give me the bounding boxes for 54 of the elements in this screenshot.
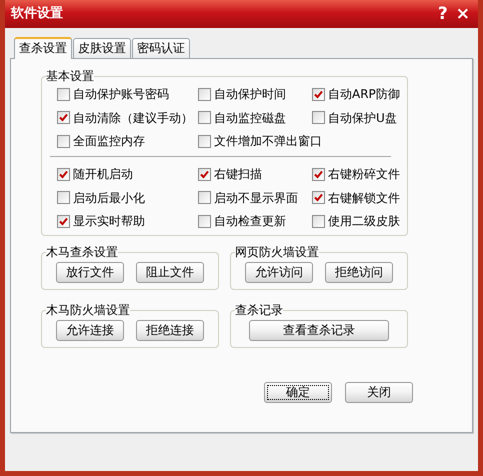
- checkbox-label: 自动清除（建议手动）: [73, 110, 193, 125]
- action-button[interactable]: 允许访问: [245, 262, 313, 283]
- checkbox-label: 随开机启动: [73, 167, 133, 182]
- checkbox[interactable]: [312, 214, 325, 228]
- help-button[interactable]: ?: [434, 6, 452, 22]
- group-title: 查杀记录: [235, 304, 283, 317]
- tab[interactable]: 查杀设置: [14, 37, 72, 59]
- checkbox-label: 启动后最小化: [73, 190, 145, 206]
- group-title: 木马查杀设置: [46, 246, 118, 259]
- checkbox[interactable]: [198, 168, 211, 182]
- dialog-button[interactable]: 确定: [264, 382, 332, 403]
- checkbox-label: 自动保护时间: [214, 87, 286, 102]
- action-button[interactable]: 查看查杀记录: [249, 320, 389, 341]
- checkbox[interactable]: [57, 214, 70, 228]
- checkbox-label: 右键解锁文件: [328, 190, 400, 206]
- group-title: 基本设置: [46, 70, 94, 84]
- group-title: 网页防火墙设置: [235, 246, 319, 259]
- action-button[interactable]: 允许连接: [56, 320, 124, 341]
- checkbox-label: 启动不显示界面: [214, 190, 298, 206]
- checkbox-label: 自动检查更新: [214, 214, 286, 229]
- tab[interactable]: 密码认证: [132, 38, 190, 58]
- checkbox[interactable]: [312, 88, 325, 101]
- checkbox[interactable]: [57, 191, 70, 204]
- checkbox[interactable]: [57, 88, 70, 101]
- action-button[interactable]: 阻止文件: [136, 262, 204, 283]
- checkbox-label: 文件增加不弹出窗口: [214, 134, 322, 148]
- checkbox[interactable]: [198, 134, 211, 148]
- checkbox-label: 全面监控内存: [73, 134, 145, 148]
- action-button[interactable]: 放行文件: [56, 262, 124, 283]
- window-title: 软件设置: [11, 6, 63, 22]
- checkbox[interactable]: [57, 168, 70, 182]
- checkbox-label: 右键粉碎文件: [328, 167, 400, 182]
- checkbox[interactable]: [312, 168, 325, 182]
- checkbox[interactable]: [57, 111, 70, 124]
- action-button[interactable]: 拒绝访问: [325, 262, 393, 283]
- tab[interactable]: 皮肤设置: [73, 38, 131, 58]
- checkbox-label: 显示实时帮助: [73, 214, 145, 229]
- checkbox-label: 右键扫描: [214, 167, 262, 182]
- checkbox-label: 自动ARP防御: [328, 87, 400, 102]
- checkbox[interactable]: [198, 88, 211, 101]
- checkbox[interactable]: [198, 191, 211, 204]
- checkbox[interactable]: [198, 214, 211, 228]
- group-title: 木马防火墙设置: [46, 304, 130, 317]
- checkbox-label: 自动保护账号密码: [73, 87, 169, 102]
- checkbox[interactable]: [312, 111, 325, 124]
- action-button[interactable]: 拒绝连接: [136, 320, 204, 341]
- checkbox[interactable]: [312, 191, 325, 204]
- checkbox[interactable]: [57, 134, 70, 148]
- checkbox-label: 自动保护U盘: [328, 110, 397, 125]
- dialog-button[interactable]: 关闭: [345, 382, 413, 403]
- checkbox-label: 使用二级皮肤: [328, 214, 400, 229]
- checkbox-label: 自动监控磁盘: [214, 110, 286, 125]
- close-button[interactable]: ×: [452, 6, 474, 22]
- checkbox[interactable]: [198, 111, 211, 124]
